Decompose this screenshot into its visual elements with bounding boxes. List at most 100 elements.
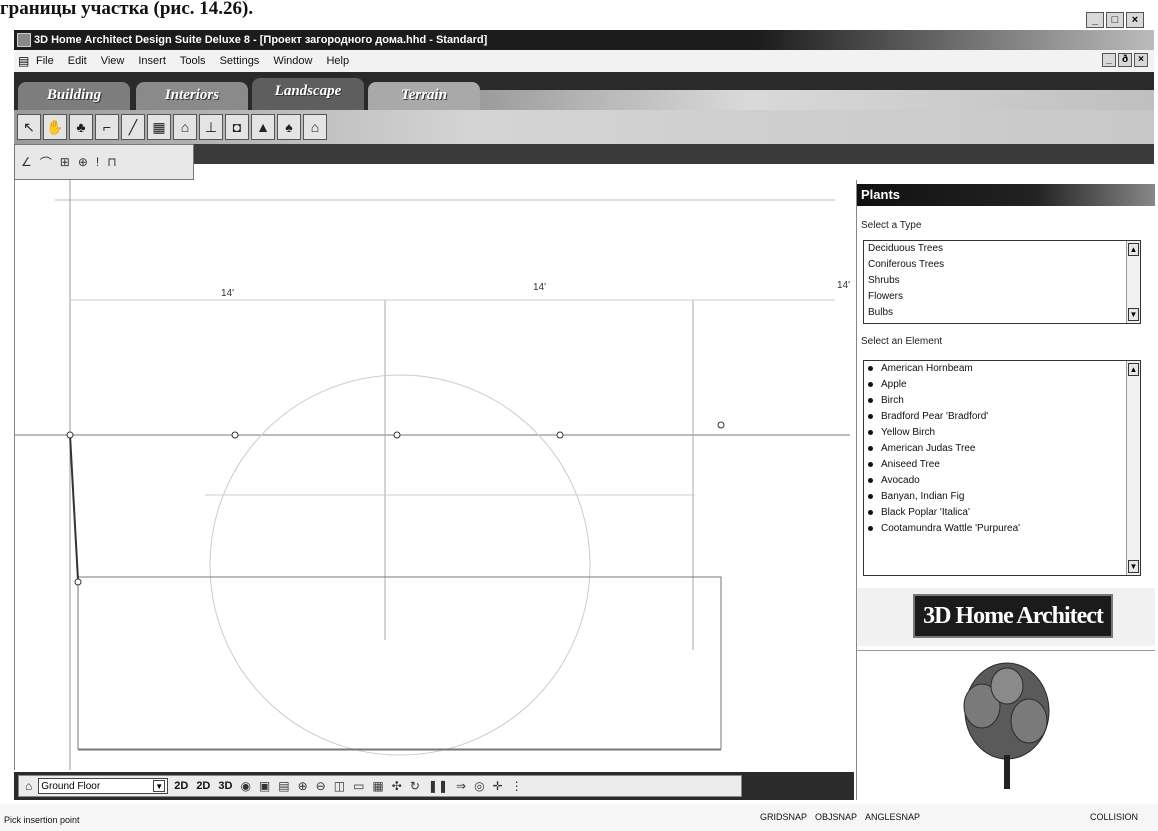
menu-tools[interactable]: Tools: [180, 55, 206, 67]
more-icon[interactable]: ⋮: [509, 779, 525, 793]
landscape-toolbar: ↖ ✋ ♣ ⌐ ╱ ▦ ⌂ ⊥ ◘ ▲ ♠ ⌂: [14, 110, 1154, 144]
list-item[interactable]: American Judas Tree: [864, 441, 1140, 457]
list-item[interactable]: Birch: [864, 393, 1140, 409]
ruler-icon[interactable]: ⊓: [107, 155, 116, 169]
layers-icon[interactable]: ▤: [276, 779, 291, 793]
gazebo-icon[interactable]: ⌂: [173, 114, 197, 140]
zoom-extents-icon[interactable]: ▭: [351, 779, 366, 793]
drawing-canvas[interactable]: 14' 14' 14': [14, 180, 850, 770]
maximize-button[interactable]: □: [1106, 12, 1124, 28]
fence-icon[interactable]: ╱: [121, 114, 145, 140]
camera-icon[interactable]: ▣: [257, 779, 272, 793]
rock-icon[interactable]: ▲: [251, 114, 275, 140]
site-plan-drawing: [15, 180, 850, 770]
close-button[interactable]: ×: [1126, 12, 1144, 28]
menu-file[interactable]: File: [36, 55, 54, 67]
menu-edit[interactable]: Edit: [68, 55, 87, 67]
zoom-in-icon[interactable]: ⊕: [296, 779, 310, 793]
pause-icon[interactable]: ❚❚: [426, 779, 450, 793]
type-list[interactable]: Deciduous Trees Coniferous Trees Shrubs …: [863, 240, 1141, 324]
marker-icon[interactable]: !: [96, 155, 99, 169]
menu-help[interactable]: Help: [326, 55, 349, 67]
snap-icon[interactable]: ⊕: [78, 155, 88, 169]
pointer-icon[interactable]: ↖: [17, 114, 41, 140]
view-2d-alt-button[interactable]: 2D: [194, 780, 212, 792]
list-item[interactable]: Avocado: [864, 473, 1140, 489]
drawing-toolbar-strip: ∠ ⌒ ⊞ ⊕ ! ⊓: [14, 144, 1154, 180]
document-caption: границы участка (рис. 14.26).: [0, 0, 254, 19]
plants-panel: Plants Select a Type Deciduous Trees Con…: [856, 180, 1155, 800]
zoom-window-icon[interactable]: ◫: [332, 779, 347, 793]
hand-icon[interactable]: ✋: [43, 114, 67, 140]
list-item[interactable]: American Hornbeam: [864, 361, 1140, 377]
gridsnap-toggle[interactable]: GRIDSNAP: [760, 812, 807, 822]
eye-icon[interactable]: ◉: [238, 779, 252, 793]
tree-preview-icon: [963, 662, 1050, 789]
house-icon[interactable]: ⌂: [303, 114, 327, 140]
tab-landscape[interactable]: Landscape: [252, 78, 364, 110]
menu-window[interactable]: Window: [273, 55, 312, 67]
chevron-down-icon[interactable]: ▼: [153, 780, 166, 792]
tab-building[interactable]: Building: [18, 82, 130, 110]
doc-restore-button[interactable]: ð: [1118, 53, 1132, 67]
doc-minimize-button[interactable]: _: [1102, 53, 1116, 67]
orbit-icon[interactable]: ◎: [472, 779, 486, 793]
element-list[interactable]: American Hornbeam Apple Birch Bradford P…: [863, 360, 1141, 576]
menu-view[interactable]: View: [101, 55, 125, 67]
list-item[interactable]: Shrubs: [864, 273, 1140, 289]
type-list-scrollbar[interactable]: ▲ ▼: [1126, 241, 1140, 323]
tab-interiors[interactable]: Interiors: [136, 82, 248, 110]
walk-icon[interactable]: ⇒: [454, 779, 468, 793]
scroll-down-icon[interactable]: ▼: [1128, 308, 1139, 321]
collision-toggle[interactable]: COLLISION: [1090, 812, 1138, 822]
list-item[interactable]: Coniferous Trees: [864, 257, 1140, 273]
list-item[interactable]: Banyan, Indian Fig: [864, 489, 1140, 505]
list-item[interactable]: Bradford Pear 'Bradford': [864, 409, 1140, 425]
title-gradient: [493, 30, 1154, 50]
post-icon[interactable]: ⊥: [199, 114, 223, 140]
minimize-button[interactable]: _: [1086, 12, 1104, 28]
menu-insert[interactable]: Insert: [138, 55, 166, 67]
floor-select[interactable]: Ground Floor ▼: [38, 778, 169, 794]
bullet-icon: [868, 445, 873, 451]
list-item[interactable]: Apple: [864, 377, 1140, 393]
deck-icon[interactable]: ▦: [147, 114, 171, 140]
list-item[interactable]: Deciduous Trees: [864, 241, 1140, 257]
list-item[interactable]: Black Poplar 'Italica': [864, 505, 1140, 521]
list-item[interactable]: Bulbs: [864, 305, 1140, 321]
app-icon: [17, 33, 31, 47]
list-item[interactable]: Flowers: [864, 289, 1140, 305]
objsnap-toggle[interactable]: OBJSNAP: [815, 812, 857, 822]
view-2d-button[interactable]: 2D: [172, 780, 190, 792]
tree-icon[interactable]: ♠: [277, 114, 301, 140]
doc-close-button[interactable]: ×: [1134, 53, 1148, 67]
pan-icon[interactable]: ✣: [390, 779, 404, 793]
list-item[interactable]: Aniseed Tree: [864, 457, 1140, 473]
menu-settings[interactable]: Settings: [220, 55, 260, 67]
plant-preview: [857, 650, 1155, 800]
plant-icon[interactable]: ♣: [69, 114, 93, 140]
type-label: Select a Type: [861, 220, 922, 231]
element-list-scrollbar[interactable]: ▲ ▼: [1126, 361, 1140, 575]
document-icon[interactable]: ▤: [18, 54, 29, 68]
rotate-icon[interactable]: ↻: [408, 779, 422, 793]
scroll-down-icon[interactable]: ▼: [1128, 560, 1139, 573]
zoom-out-icon[interactable]: ⊖: [314, 779, 328, 793]
scroll-up-icon[interactable]: ▲: [1128, 363, 1139, 376]
list-item[interactable]: Cootamundra Wattle 'Purpurea': [864, 521, 1140, 537]
tab-terrain[interactable]: Terrain: [368, 82, 480, 110]
arc-icon[interactable]: ⌒: [40, 154, 52, 171]
pool-icon[interactable]: ◘: [225, 114, 249, 140]
grid-icon[interactable]: ⊞: [60, 155, 70, 169]
floor-icon[interactable]: ⌂: [23, 779, 34, 793]
line-icon[interactable]: ∠: [21, 155, 32, 169]
zoom-all-icon[interactable]: ▦: [370, 779, 385, 793]
view-3d-button[interactable]: 3D: [216, 780, 234, 792]
list-item[interactable]: Yellow Birch: [864, 425, 1140, 441]
scroll-up-icon[interactable]: ▲: [1128, 243, 1139, 256]
anglesnap-toggle[interactable]: ANGLESNAP: [865, 812, 920, 822]
bullet-icon: [868, 365, 873, 371]
outer-window-controls: _ □ ×: [1086, 12, 1144, 28]
move-icon[interactable]: ✛: [491, 779, 505, 793]
path-icon[interactable]: ⌐: [95, 114, 119, 140]
